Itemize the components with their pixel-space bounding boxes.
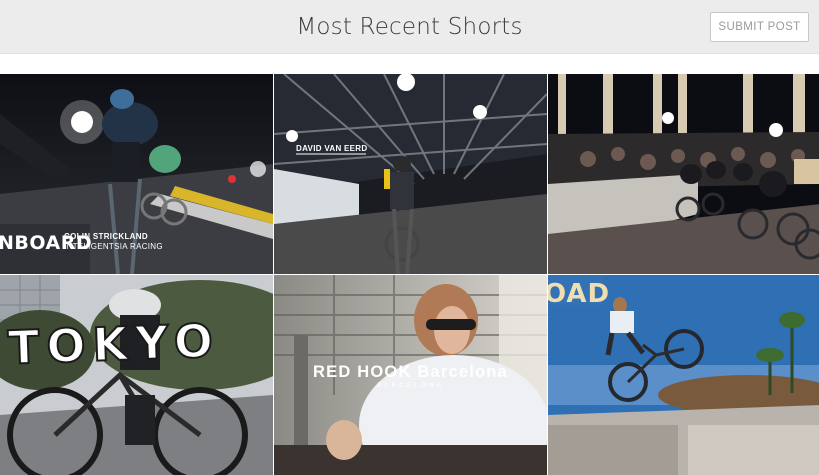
page-header: Most Recent Shorts SUBMIT POST <box>0 0 819 54</box>
event-subtitle: BARCELONA <box>376 382 445 389</box>
tile-overlay-title: OAD <box>548 279 611 309</box>
submit-post-button[interactable]: SUBMIT POST <box>710 12 809 42</box>
short-tile-peloton[interactable] <box>548 74 819 274</box>
stadium-thumbnail <box>274 74 547 274</box>
page-title: Most Recent Shorts <box>296 13 523 40</box>
short-tile-red-hook-barcelona[interactable]: RED HOOK Barcelona BARCELONA <box>274 275 547 475</box>
rider-name: DAVID VAN EERD <box>296 144 368 153</box>
shorts-grid: NBOARD COLIN STRICKLAND INTELIGENTSIA RA… <box>0 74 819 475</box>
peloton-thumbnail <box>548 74 819 274</box>
short-tile-road[interactable]: OAD <box>548 275 819 475</box>
rider-name: COLIN STRICKLAND <box>64 232 148 241</box>
short-tile-david-van-eerd[interactable]: DAVID VAN EERD <box>274 74 547 274</box>
short-tile-onboard[interactable]: NBOARD COLIN STRICKLAND INTELIGENTSIA RA… <box>0 74 273 274</box>
tokyo-title: TOKYO <box>6 312 222 375</box>
team-name: INTELIGENTSIA RACING <box>64 242 163 251</box>
short-tile-tokyo[interactable]: TOKYO <box>0 275 273 475</box>
tokyo-thumbnail <box>0 275 273 475</box>
event-title: RED HOOK Barcelona <box>313 363 508 381</box>
